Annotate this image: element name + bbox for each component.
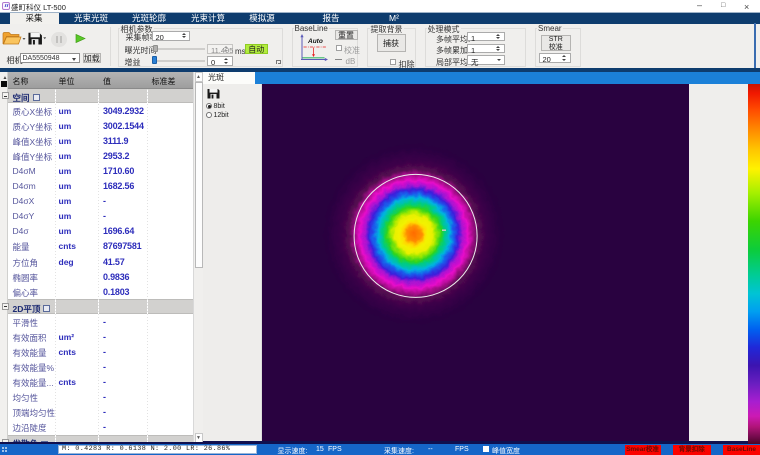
svg-text:Auto: Auto — [307, 38, 323, 45]
